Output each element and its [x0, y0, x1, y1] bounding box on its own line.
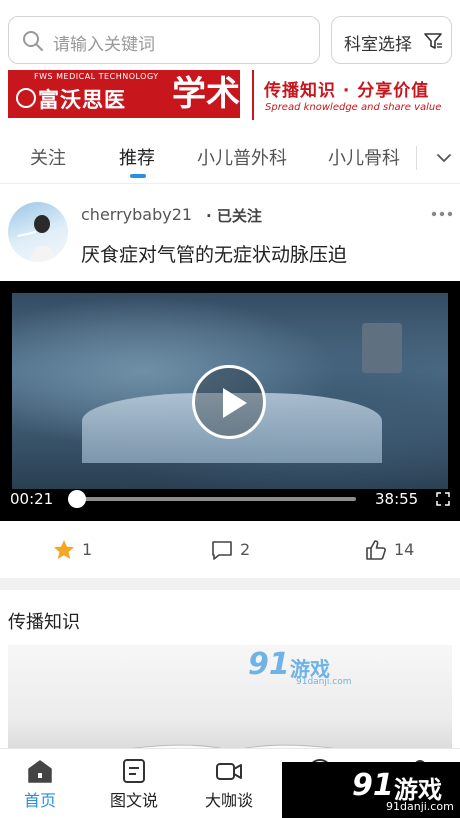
home-icon	[28, 760, 52, 783]
avatar[interactable]	[8, 202, 68, 262]
video-progress-bar[interactable]	[67, 490, 356, 508]
nav-expert-talks-label: 大咖谈	[204, 791, 253, 810]
video-player[interactable]: 00:21 38:55	[0, 281, 460, 521]
post-actions: 1 2 14	[0, 522, 460, 578]
tab-pediatric-surgery[interactable]: 小儿普外科	[197, 144, 287, 170]
like-button[interactable]: 14	[364, 538, 424, 562]
site-watermark-url: 91danji.com	[386, 800, 454, 813]
star-icon	[54, 540, 74, 559]
play-icon	[223, 388, 247, 418]
brand-logo: FWS MEDICAL TECHNOLOGY 富沃思医 学术	[8, 70, 240, 118]
follow-status[interactable]: · 已关注	[206, 205, 262, 226]
brand-banner[interactable]: FWS MEDICAL TECHNOLOGY 富沃思医 学术 传播知识 · 分享…	[8, 70, 454, 122]
banner-slogan: 传播知识 · 分享价值	[264, 81, 430, 101]
comment-icon	[212, 541, 232, 560]
site-watermark-number: 91	[352, 768, 394, 803]
book-illustration	[125, 744, 341, 749]
comment-count: 2	[240, 540, 251, 559]
thumbs-up-icon	[366, 540, 386, 560]
tab-recommended[interactable]: 推荐	[119, 144, 155, 170]
comment-button[interactable]: 2	[210, 538, 260, 562]
post-author[interactable]: cherrybaby21	[81, 205, 192, 224]
search-icon	[23, 31, 43, 51]
more-options-icon[interactable]	[430, 206, 454, 222]
watermark-number: 91	[248, 647, 290, 682]
article-icon	[123, 759, 145, 783]
watermark-logo: 91 游戏 91danji.com	[248, 647, 368, 687]
brand-small-text: FWS MEDICAL TECHNOLOGY	[34, 72, 159, 81]
favorite-count: 1	[82, 540, 93, 559]
nav-home[interactable]: 首页	[0, 749, 80, 818]
post-header: cherrybaby21 · 已关注 厌食症对气管的无症状动脉压迫	[0, 196, 460, 276]
dept-select-label: 科室选择	[344, 35, 412, 55]
fullscreen-icon[interactable]	[436, 492, 450, 506]
active-tab-indicator	[130, 174, 146, 178]
top-search-bar: 请输入关键词 科室选择	[0, 0, 460, 66]
tab-following[interactable]: 关注	[30, 144, 66, 170]
video-scene-monitor	[362, 323, 402, 373]
video-progress-handle[interactable]	[67, 490, 86, 508]
filter-icon	[424, 33, 442, 49]
play-button[interactable]	[192, 365, 266, 439]
search-placeholder: 请输入关键词	[53, 35, 155, 55]
chevron-down-icon[interactable]	[434, 148, 454, 168]
favorite-button[interactable]: 1	[52, 538, 102, 562]
like-count: 14	[394, 540, 415, 559]
nav-articles-label: 图文说	[109, 791, 158, 810]
brand-emblem-icon	[16, 88, 36, 108]
category-tabs: 关注 推荐 小儿普外科 小儿骨科	[0, 130, 460, 184]
section-divider	[0, 578, 460, 590]
video-camera-icon	[216, 763, 242, 780]
brand-name: 富沃思医	[38, 88, 126, 112]
section-title: 传播知识	[8, 612, 80, 633]
watermark-url: 91danji.com	[296, 677, 352, 687]
dept-select-button[interactable]: 科室选择	[331, 16, 452, 64]
banner-slogan-en: Spread knowledge and share value	[265, 102, 442, 113]
tabs-divider	[416, 146, 417, 170]
brand-academic: 学术	[172, 74, 240, 114]
nav-articles[interactable]: 图文说	[94, 749, 174, 818]
nav-home-label: 首页	[23, 791, 56, 810]
avatar-figure	[17, 215, 56, 262]
banner-divider	[252, 70, 254, 120]
site-watermark: 91 游戏 91danji.com	[282, 762, 460, 818]
video-current-time: 00:21	[10, 490, 54, 508]
tab-pediatric-orthopedics[interactable]: 小儿骨科	[328, 144, 400, 170]
nav-expert-talks[interactable]: 大咖谈	[189, 749, 269, 818]
post-title[interactable]: 厌食症对气管的无症状动脉压迫	[81, 240, 347, 267]
search-input[interactable]: 请输入关键词	[8, 16, 320, 64]
tabs-fade	[396, 130, 416, 183]
video-total-time: 38:55	[375, 490, 419, 508]
section-cover-image[interactable]: 91 游戏 91danji.com	[8, 645, 452, 749]
